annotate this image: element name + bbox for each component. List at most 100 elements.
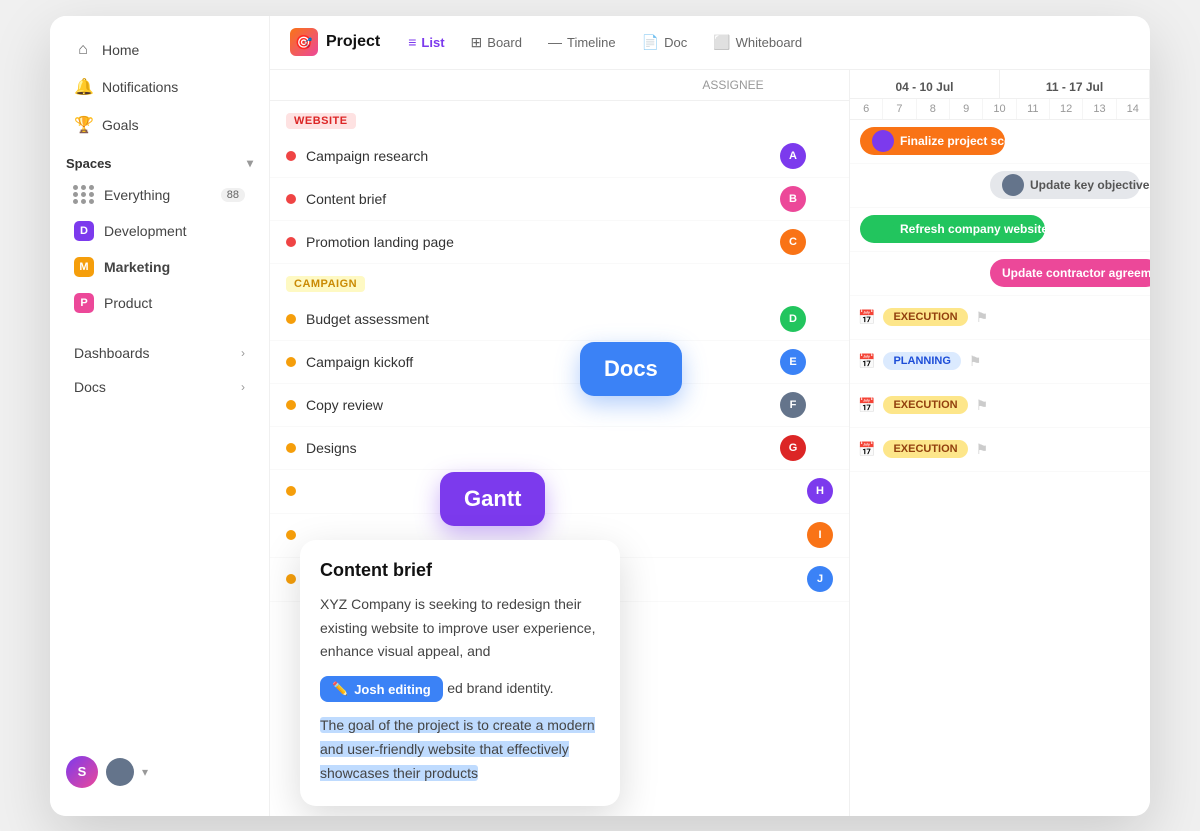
task-bullet-red [286, 194, 296, 204]
task-assignee: C [753, 229, 833, 255]
avatar: I [807, 522, 833, 548]
timeline-icon: — [548, 34, 562, 50]
spaces-section-header[interactable]: Spaces ▾ [50, 144, 269, 177]
task-row[interactable]: Budget assessment D [270, 298, 849, 341]
user-chevron-icon: ▾ [142, 765, 148, 779]
task-row[interactable]: Content brief B [270, 178, 849, 221]
spaces-label: Spaces [66, 156, 112, 171]
status-badge: EXECUTION [883, 440, 967, 458]
sidebar-label-home: Home [102, 42, 139, 58]
user-profile[interactable]: S ▾ [50, 744, 269, 800]
sidebar-item-home[interactable]: ⌂ Home [58, 33, 261, 67]
docs-card-title: Content brief [320, 560, 600, 581]
gantt-badge-row: 📅 EXECUTION ⚑ [850, 296, 1150, 340]
task-assignee: A [753, 143, 833, 169]
gantt-bar-finalize: Finalize project scope [860, 127, 1005, 155]
avatar [872, 218, 894, 240]
avatar [1002, 174, 1024, 196]
dashboards-label: Dashboards [74, 345, 150, 361]
gantt-row: Update key objectives [850, 164, 1150, 208]
tab-board[interactable]: ⊞ Board [459, 28, 534, 57]
dev-icon: D [74, 221, 94, 241]
gantt-panel: 04 - 10 Jul 11 - 17 Jul 6 7 8 9 10 11 12… [850, 70, 1150, 816]
gantt-bar-contractor: Update contractor agreement [990, 259, 1150, 287]
flag-icon: ⚑ [976, 441, 989, 458]
list-header-row: ASSIGNEE [270, 70, 849, 101]
dev-label: Development [104, 223, 187, 239]
sidebar-item-dashboards[interactable]: Dashboards › [58, 337, 261, 369]
task-row[interactable]: Campaign research A [270, 135, 849, 178]
main-header: 🎯 Project ≡ List ⊞ Board — Timeline 📄 Do… [270, 16, 1150, 70]
gantt-day: 11 [1017, 99, 1050, 119]
task-assignee: E [753, 349, 833, 375]
task-assignee: B [753, 186, 833, 212]
tab-timeline[interactable]: — Timeline [536, 28, 628, 56]
gantt-day: 13 [1083, 99, 1116, 119]
avatar: F [780, 392, 806, 418]
task-assignee: F [753, 392, 833, 418]
sidebar-label-goals: Goals [102, 117, 139, 133]
task-row[interactable]: H [270, 470, 849, 514]
task-assignee: D [753, 306, 833, 332]
task-bullet-yellow [286, 400, 296, 410]
task-name: Budget assessment [306, 311, 753, 327]
gantt-day: 14 [1117, 99, 1150, 119]
floating-docs-card: Content brief XYZ Company is seeking to … [300, 540, 620, 806]
task-bullet-yellow [286, 357, 296, 367]
avatar: D [780, 306, 806, 332]
task-bullet-yellow [286, 443, 296, 453]
section-website: WEBSITE Campaign research A Content brie… [270, 101, 849, 264]
sidebar: ⌂ Home 🔔 Notifications 🏆 Goals Spaces ▾ [50, 16, 270, 816]
sidebar-item-product[interactable]: P Product [58, 286, 261, 320]
board-icon: ⊞ [471, 34, 483, 51]
task-bullet-yellow [286, 486, 296, 496]
editing-badge: ✏️ Josh editing [320, 676, 443, 702]
tab-timeline-label: Timeline [567, 35, 616, 50]
task-name: Content brief [306, 191, 753, 207]
task-row[interactable]: Campaign kickoff E [270, 341, 849, 384]
task-row[interactable]: Designs G [270, 427, 849, 470]
sidebar-item-development[interactable]: D Development [58, 214, 261, 248]
gantt-day: 7 [883, 99, 916, 119]
gantt-body: Finalize project scope Update key object… [850, 120, 1150, 472]
tab-doc-label: Doc [664, 35, 687, 50]
avatar: C [780, 229, 806, 255]
chevron-down-icon: ▾ [247, 156, 253, 170]
sidebar-item-marketing[interactable]: M Marketing [58, 250, 261, 284]
sidebar-item-notifications[interactable]: 🔔 Notifications [58, 69, 261, 105]
task-name: Campaign research [306, 148, 753, 164]
gantt-bar-label: Finalize project scope [900, 134, 1025, 148]
task-bullet-yellow [286, 530, 296, 540]
task-row[interactable]: Promotion landing page C [270, 221, 849, 264]
avatar: J [807, 566, 833, 592]
gantt-row: Update contractor agreement [850, 252, 1150, 296]
gantt-row: Finalize project scope [850, 120, 1150, 164]
chevron-right-icon-docs: › [241, 380, 245, 394]
gantt-day: 6 [850, 99, 883, 119]
marketing-icon: M [74, 257, 94, 277]
gantt-bar-website: Refresh company website [860, 215, 1045, 243]
header-tabs: ≡ List ⊞ Board — Timeline 📄 Doc ⬜ Whi [396, 28, 814, 57]
docs-card-text-3: The goal of the project is to create a m… [320, 714, 600, 785]
status-badge: PLANNING [883, 352, 960, 370]
sidebar-item-everything[interactable]: Everything 88 [58, 178, 261, 212]
avatar: G [780, 435, 806, 461]
avatar: S [66, 756, 98, 788]
sidebar-item-docs[interactable]: Docs › [58, 371, 261, 403]
docs-card-text-1: XYZ Company is seeking to redesign their… [320, 593, 600, 664]
docs-card-text-2: ed brand identity. [447, 680, 553, 696]
sidebar-item-goals[interactable]: 🏆 Goals [58, 107, 261, 143]
tab-whiteboard[interactable]: ⬜ Whiteboard [701, 28, 814, 57]
flag-icon: ⚑ [976, 309, 989, 326]
task-bullet-red [286, 151, 296, 161]
tab-doc[interactable]: 📄 Doc [630, 28, 700, 57]
calendar-icon: 📅 [858, 353, 875, 370]
tab-board-label: Board [487, 35, 522, 50]
everything-count: 88 [221, 188, 245, 202]
task-row[interactable]: Copy review F [270, 384, 849, 427]
gantt-bar-label: Refresh company website [900, 222, 1048, 236]
tab-list[interactable]: ≡ List [396, 28, 456, 56]
task-name: Designs [306, 440, 753, 456]
section-label-website: WEBSITE [286, 113, 356, 129]
list-icon: ≡ [408, 34, 416, 50]
